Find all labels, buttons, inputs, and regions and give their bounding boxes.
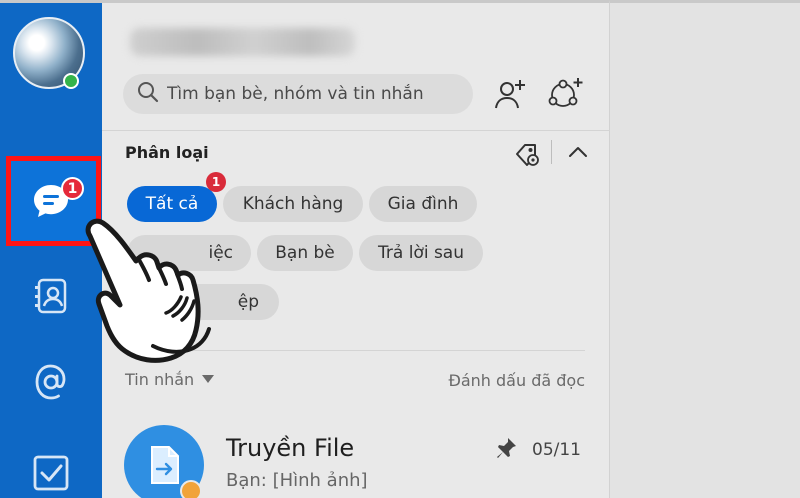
- chevron-up-icon[interactable]: [556, 130, 600, 174]
- search-bar[interactable]: [123, 74, 473, 114]
- chip-all-badge: 1: [206, 172, 226, 192]
- messages-unread-badge: 1: [61, 177, 84, 200]
- blurred-user-name: [130, 28, 355, 56]
- chip-friends[interactable]: Bạn bè: [257, 235, 353, 271]
- mark-all-read-link[interactable]: Đánh dấu đã đọc: [448, 371, 585, 390]
- create-group-icon[interactable]: [543, 72, 587, 116]
- conversation-preview: Bạn: [Hình ảnh]: [226, 470, 368, 491]
- verified-badge: [180, 480, 202, 498]
- pin-icon: [494, 436, 518, 464]
- tag-settings-icon[interactable]: [505, 132, 549, 176]
- category-title: Phân loại: [125, 143, 209, 162]
- add-friend-icon[interactable]: [488, 72, 532, 116]
- search-icon: [137, 81, 159, 107]
- search-input[interactable]: [167, 84, 473, 104]
- todo-checkbox-icon[interactable]: [0, 443, 102, 498]
- conversation-name: Truyền File: [226, 434, 355, 462]
- conversation-date: 05/11: [532, 440, 581, 460]
- divider: [551, 140, 552, 164]
- chat-area: [610, 0, 800, 498]
- chip-family[interactable]: Gia đình: [369, 186, 477, 222]
- online-status-dot: [63, 73, 79, 89]
- chip-reply-later[interactable]: Trả lời sau: [359, 235, 483, 271]
- divider: [102, 130, 610, 131]
- pointing-hand-icon: [78, 216, 248, 380]
